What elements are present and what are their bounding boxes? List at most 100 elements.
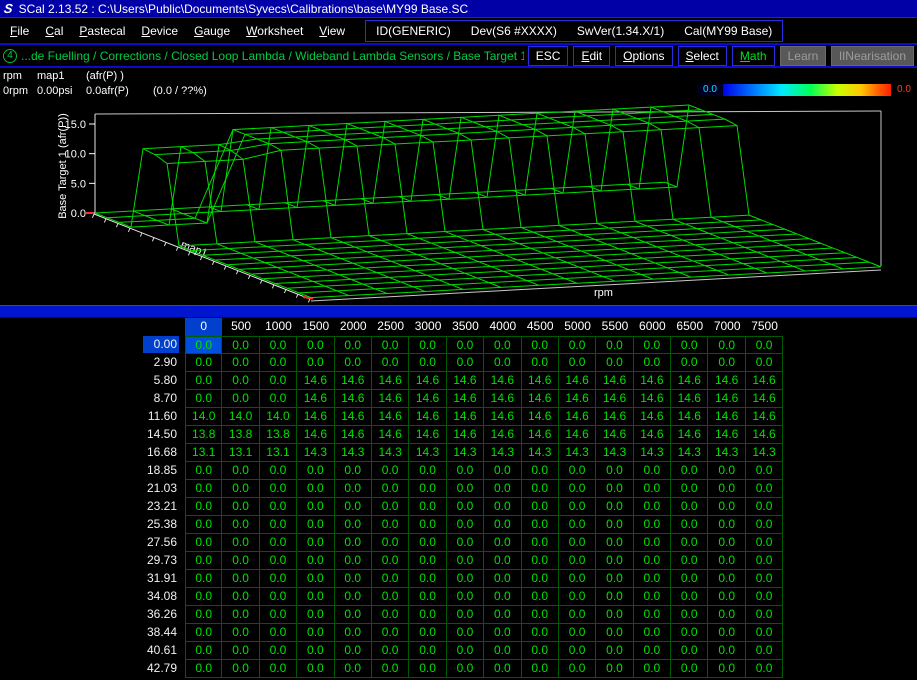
- table-cell[interactable]: 14.6: [522, 372, 559, 390]
- table-cell[interactable]: 0.0: [297, 552, 334, 570]
- linearisation-button[interactable]: lINearisation: [831, 46, 914, 66]
- table-cell[interactable]: 0.0: [708, 606, 745, 624]
- table-cell[interactable]: 0.0: [559, 642, 596, 660]
- table-cell[interactable]: 0.0: [522, 516, 559, 534]
- table-cell[interactable]: 0.0: [372, 570, 409, 588]
- table-cell[interactable]: 0.0: [671, 480, 708, 498]
- table-cell[interactable]: 14.6: [746, 390, 783, 408]
- table-cell[interactable]: 0.0: [708, 462, 745, 480]
- table-cell[interactable]: 0.0: [634, 516, 671, 534]
- table-cell[interactable]: 0.0: [185, 642, 222, 660]
- table-cell[interactable]: 0.0: [708, 624, 745, 642]
- table-cell[interactable]: 0.0: [522, 462, 559, 480]
- table-cell[interactable]: 0.0: [409, 336, 446, 354]
- table-cell[interactable]: 0.0: [634, 336, 671, 354]
- table-cell[interactable]: 0.0: [484, 480, 521, 498]
- table-cell[interactable]: 0.0: [708, 660, 745, 678]
- table-cell[interactable]: 0.0: [746, 642, 783, 660]
- table-cell[interactable]: 0.0: [260, 588, 297, 606]
- table-cell[interactable]: 0.0: [596, 498, 633, 516]
- table-cell[interactable]: 0.0: [297, 534, 334, 552]
- table-cell[interactable]: 0.0: [447, 624, 484, 642]
- table-cell[interactable]: 0.0: [372, 552, 409, 570]
- table-cell[interactable]: 0.0: [297, 516, 334, 534]
- table-cell[interactable]: 0.0: [185, 354, 222, 372]
- table-cell[interactable]: 0.0: [671, 462, 708, 480]
- table-cell[interactable]: 0.0: [447, 588, 484, 606]
- table-cell[interactable]: 0.0: [335, 642, 372, 660]
- table-cell[interactable]: 0.0: [596, 552, 633, 570]
- table-cell[interactable]: 0.0: [335, 606, 372, 624]
- table-cell[interactable]: 14.6: [372, 426, 409, 444]
- table-cell[interactable]: 0.0: [185, 480, 222, 498]
- table-cell[interactable]: 14.6: [409, 372, 446, 390]
- table-cell[interactable]: 0.0: [372, 534, 409, 552]
- table-cell[interactable]: 14.6: [335, 408, 372, 426]
- table-cell[interactable]: 0.0: [634, 552, 671, 570]
- table-cell[interactable]: 14.3: [372, 444, 409, 462]
- table-cell[interactable]: 14.6: [297, 408, 334, 426]
- table-cell[interactable]: 0.0: [746, 516, 783, 534]
- table-cell[interactable]: 14.6: [634, 372, 671, 390]
- table-cell[interactable]: 14.6: [409, 390, 446, 408]
- table-cell[interactable]: 0.0: [335, 480, 372, 498]
- table-cell[interactable]: 14.6: [596, 390, 633, 408]
- table-cell[interactable]: 0.0: [522, 480, 559, 498]
- table-cell[interactable]: 0.0: [746, 498, 783, 516]
- table-cell[interactable]: 14.0: [260, 408, 297, 426]
- table-cell[interactable]: 0.0: [447, 552, 484, 570]
- table-cell[interactable]: 0.0: [335, 534, 372, 552]
- table-cell[interactable]: 14.6: [297, 372, 334, 390]
- table-cell[interactable]: 14.3: [409, 444, 446, 462]
- table-cell[interactable]: 0.0: [522, 570, 559, 588]
- table-cell[interactable]: 0.0: [335, 462, 372, 480]
- table-cell[interactable]: 14.3: [708, 444, 745, 462]
- table-cell[interactable]: 0.0: [372, 660, 409, 678]
- table-cell[interactable]: 0.0: [559, 480, 596, 498]
- table-cell[interactable]: 0.0: [447, 480, 484, 498]
- table-cell[interactable]: 0.0: [484, 660, 521, 678]
- table-cell[interactable]: 14.6: [484, 426, 521, 444]
- table-cell[interactable]: 0.0: [746, 552, 783, 570]
- table-cell[interactable]: 0.0: [372, 606, 409, 624]
- table-cell[interactable]: 14.3: [671, 444, 708, 462]
- table-cell[interactable]: 0.0: [447, 642, 484, 660]
- table-cell[interactable]: 0.0: [185, 516, 222, 534]
- table-cell[interactable]: 0.0: [297, 570, 334, 588]
- table-cell[interactable]: 14.3: [559, 444, 596, 462]
- table-cell[interactable]: 0.0: [447, 570, 484, 588]
- table-cell[interactable]: 0.0: [409, 516, 446, 534]
- table-cell[interactable]: 0.0: [260, 354, 297, 372]
- table-cell[interactable]: 0.0: [297, 660, 334, 678]
- table-cell[interactable]: 13.1: [222, 444, 259, 462]
- table-cell[interactable]: 0.0: [185, 588, 222, 606]
- table-cell[interactable]: 14.6: [671, 390, 708, 408]
- table-cell[interactable]: 0.0: [185, 606, 222, 624]
- table-cell[interactable]: 14.6: [708, 426, 745, 444]
- table-cell[interactable]: 0.0: [671, 642, 708, 660]
- table-cell[interactable]: 14.6: [559, 372, 596, 390]
- table-cell[interactable]: 0.0: [484, 462, 521, 480]
- menu-pastecal[interactable]: Pastecal: [71, 20, 133, 42]
- table-cell[interactable]: 0.0: [297, 498, 334, 516]
- table-cell[interactable]: 14.6: [522, 426, 559, 444]
- menu-gauge[interactable]: Gauge: [186, 20, 238, 42]
- table-cell[interactable]: 0.0: [708, 570, 745, 588]
- table-cell[interactable]: 14.6: [708, 372, 745, 390]
- table-cell[interactable]: 0.0: [409, 534, 446, 552]
- table-cell[interactable]: 0.0: [260, 462, 297, 480]
- table-cell[interactable]: 14.6: [634, 426, 671, 444]
- table-cell[interactable]: 0.0: [484, 498, 521, 516]
- table-cell[interactable]: 0.0: [222, 606, 259, 624]
- table-cell[interactable]: 0.0: [671, 570, 708, 588]
- table-cell[interactable]: 0.0: [559, 660, 596, 678]
- table-cell[interactable]: 14.6: [671, 408, 708, 426]
- table-cell[interactable]: 0.0: [260, 372, 297, 390]
- table-cell[interactable]: 0.0: [559, 606, 596, 624]
- table-cell[interactable]: 13.8: [260, 426, 297, 444]
- table-cell[interactable]: 14.3: [484, 444, 521, 462]
- table-cell[interactable]: 0.0: [634, 588, 671, 606]
- table-cell[interactable]: 0.0: [671, 552, 708, 570]
- table-cell[interactable]: 0.0: [746, 462, 783, 480]
- table-cell[interactable]: 0.0: [185, 390, 222, 408]
